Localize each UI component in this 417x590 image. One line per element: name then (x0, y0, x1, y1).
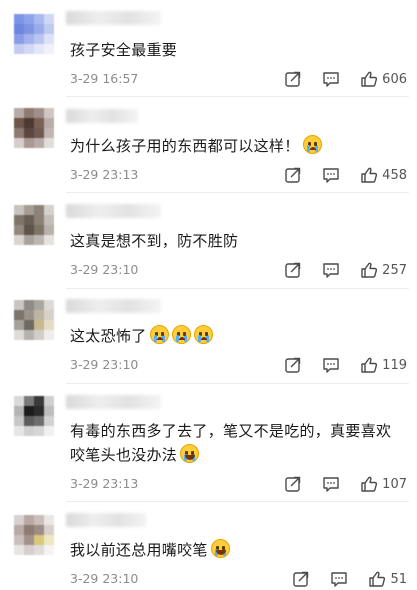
username-blurred[interactable] (66, 11, 161, 25)
comment-timestamp: 3-29 23:10 (70, 357, 139, 372)
avatar[interactable] (14, 515, 54, 555)
share-button[interactable] (284, 70, 302, 88)
like-button[interactable]: 107 (360, 475, 407, 493)
reply-button[interactable] (330, 570, 348, 588)
share-button[interactable] (284, 261, 302, 279)
like-count: 119 (382, 357, 407, 373)
comment-icon (331, 572, 348, 587)
reply-button[interactable] (322, 166, 340, 184)
avatar[interactable] (14, 300, 54, 340)
thumbs-up-icon (369, 571, 386, 587)
crying-emoji-icon (193, 325, 213, 344)
thumbs-up-icon (361, 476, 378, 492)
share-icon (285, 167, 301, 183)
share-icon (285, 476, 301, 492)
like-button[interactable]: 51 (368, 570, 407, 588)
comment-text-content: 这真是想不到，防不胜防 (70, 232, 239, 250)
comment-text: 孩子安全最重要 (70, 38, 399, 62)
comment-text-content: 孩子安全最重要 (70, 41, 178, 59)
reply-button[interactable] (322, 261, 340, 279)
username-blurred[interactable] (66, 204, 161, 218)
comment-icon (323, 263, 339, 278)
comment-actions: 458 (284, 166, 407, 184)
avatar[interactable] (14, 396, 54, 436)
avatar[interactable] (14, 14, 54, 54)
reply-button[interactable] (322, 356, 340, 374)
comment-icon (323, 168, 339, 183)
comment-text: 这太恐怖了 (70, 324, 399, 348)
comment-icon (323, 477, 339, 492)
share-icon (285, 71, 301, 87)
thumbs-up-icon (361, 71, 378, 87)
thumbs-up-icon (361, 357, 378, 373)
comment-meta: 3-29 23:13 107 (70, 475, 407, 493)
comment-icon (323, 358, 339, 373)
comment-meta: 3-29 23:10 51 (70, 570, 407, 588)
comment-meta: 3-29 16:57 606 (70, 70, 407, 88)
like-count: 51 (390, 571, 407, 587)
comment-text: 为什么孩子用的东西都可以这样！ (70, 134, 399, 158)
comment-icon (323, 72, 339, 87)
comment-timestamp: 3-29 23:10 (70, 262, 139, 277)
share-button[interactable] (284, 166, 302, 184)
comment-actions: 257 (284, 261, 407, 279)
laughing-emoji-icon (180, 444, 200, 463)
comment-actions: 51 (292, 570, 407, 588)
share-button[interactable] (284, 475, 302, 493)
comment-meta: 3-29 23:13 458 (70, 166, 407, 184)
like-count: 257 (382, 262, 407, 278)
comment-text: 我以前还总用嘴咬笔 (70, 538, 399, 562)
divider (66, 288, 409, 289)
comment-timestamp: 3-29 23:13 (70, 476, 139, 491)
avatar[interactable] (14, 108, 54, 148)
divider (66, 383, 409, 384)
comment-timestamp: 3-29 23:10 (70, 571, 139, 586)
comment-actions: 119 (284, 356, 407, 374)
like-button[interactable]: 119 (360, 356, 407, 374)
share-icon (285, 357, 301, 373)
like-button[interactable]: 458 (360, 166, 407, 184)
username-blurred[interactable] (66, 513, 146, 527)
comment-text: 有毒的东西多了去了，笔又不是吃的，真要喜欢咬笔头也没办法 (70, 419, 399, 467)
comment-text-content: 这太恐怖了 (70, 327, 147, 345)
crying-emoji-icon (171, 325, 191, 344)
comment-timestamp: 3-29 16:57 (70, 71, 139, 86)
comment-meta: 3-29 23:10 257 (70, 261, 407, 279)
comment-text-content: 有毒的东西多了去了，笔又不是吃的，真要喜欢咬笔头也没办法 (70, 422, 392, 464)
comment-actions: 107 (284, 475, 407, 493)
divider (66, 192, 409, 193)
laughing-emoji-icon (210, 539, 230, 558)
avatar[interactable] (14, 205, 54, 245)
like-count: 458 (382, 167, 407, 183)
crying-emoji-icon (302, 135, 322, 154)
like-button[interactable]: 606 (360, 70, 407, 88)
comment-meta: 3-29 23:10 119 (70, 356, 407, 374)
comment-actions: 606 (284, 70, 407, 88)
username-blurred[interactable] (66, 109, 138, 123)
reply-button[interactable] (322, 70, 340, 88)
like-count: 107 (382, 476, 407, 492)
divider (66, 96, 409, 97)
thumbs-up-icon (361, 167, 378, 183)
comment-list: 孩子安全最重要 3-29 16:57 606 为什么孩子用的东西都可以这样！ 3-29… (0, 0, 417, 590)
comment-text-content: 我以前还总用嘴咬笔 (70, 541, 208, 559)
like-button[interactable]: 257 (360, 261, 407, 279)
crying-emoji-icon (149, 325, 169, 344)
share-icon (293, 571, 309, 587)
share-button[interactable] (284, 356, 302, 374)
comment-timestamp: 3-29 23:13 (70, 167, 139, 182)
comment-text: 这真是想不到，防不胜防 (70, 229, 399, 253)
divider (66, 501, 409, 502)
username-blurred[interactable] (66, 395, 161, 409)
share-icon (285, 262, 301, 278)
share-button[interactable] (292, 570, 310, 588)
like-count: 606 (382, 71, 407, 87)
reply-button[interactable] (322, 475, 340, 493)
comment-text-content: 为什么孩子用的东西都可以这样！ (70, 137, 300, 155)
thumbs-up-icon (361, 262, 378, 278)
username-blurred[interactable] (66, 299, 161, 313)
